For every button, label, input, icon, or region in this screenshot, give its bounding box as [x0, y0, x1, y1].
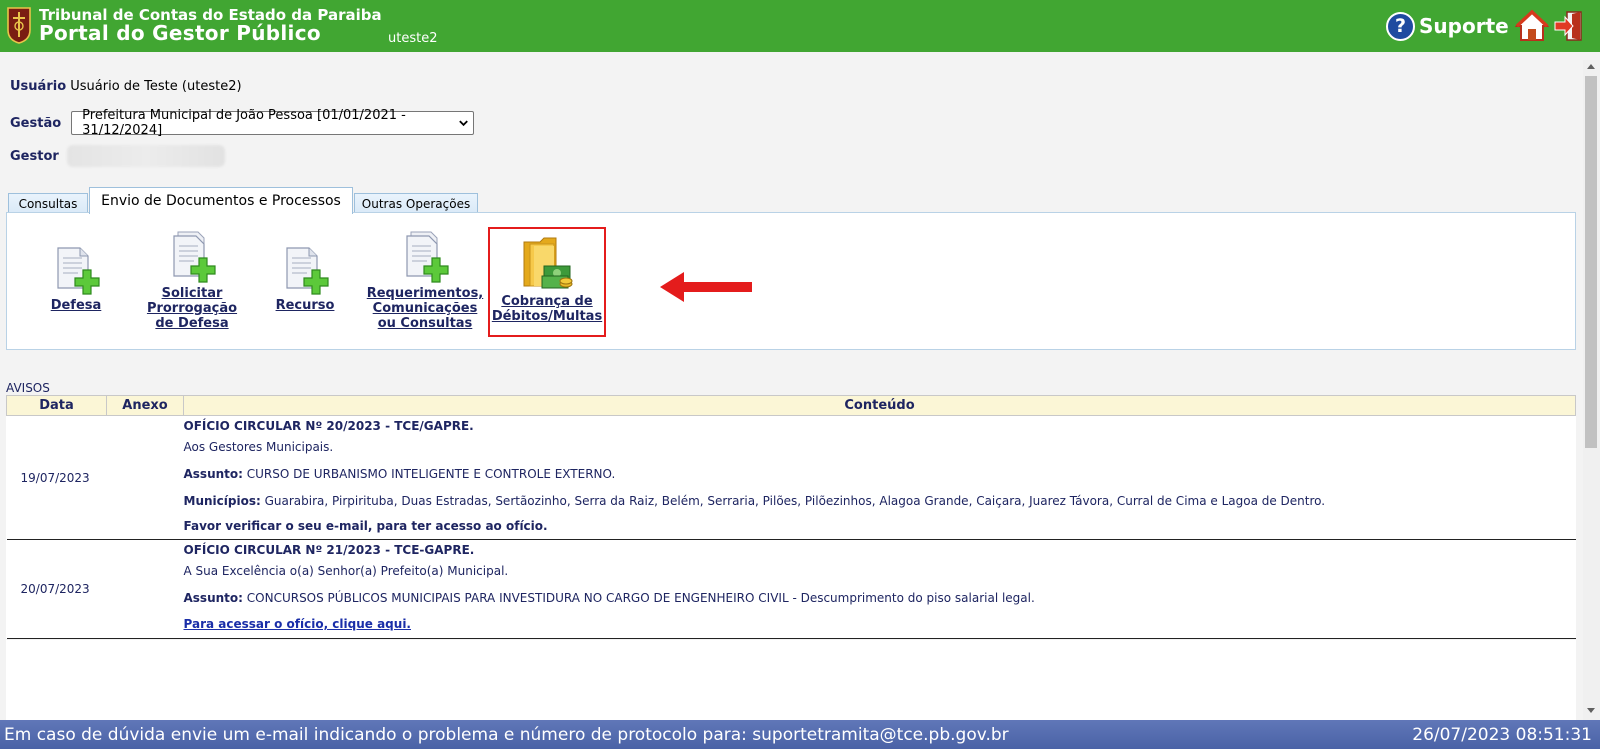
document-add-icon [406, 231, 449, 283]
footer-message: Em caso de dúvida envie um e-mail indica… [4, 725, 1009, 745]
tab-envio-documentos[interactable]: Envio de Documentos e Processos [89, 187, 353, 214]
usuario-value: Usuário de Teste (uteste2) [70, 79, 242, 94]
tab-consultas[interactable]: Consultas [8, 193, 88, 214]
gestao-select[interactable]: Prefeitura Municipal de João Pessoa [01/… [71, 108, 475, 138]
page-scrollbar[interactable] [1583, 60, 1600, 720]
operation-requerimentos-label-1: Requerimentos, [366, 286, 484, 301]
row-assunto: Assunto: CONCURSOS PÚBLICOS MUNICIPAIS P… [183, 591, 1035, 605]
footer-datetime: 26/07/2023 08:51:31 [1412, 725, 1592, 745]
row-to: Aos Gestores Municipais. [183, 440, 334, 454]
row-date: 20/07/2023 [6, 539, 107, 639]
operation-recurso[interactable]: Recurso [265, 244, 345, 313]
col-header-conteudo: Conteúdo [183, 395, 1576, 416]
operation-cobranca-debitos[interactable]: Cobrança de Débitos/Multas [490, 236, 604, 324]
document-add-icon [286, 247, 329, 295]
gestao-label: Gestão [10, 115, 62, 131]
avisos-title: AVISOS [6, 381, 50, 395]
red-arrow-icon [660, 272, 752, 302]
scroll-down-icon[interactable] [1587, 708, 1595, 713]
tce-seal-icon [7, 7, 31, 44]
row-content: OFÍCIO CIRCULAR Nº 21/2023 - TCE-GAPRE. … [183, 539, 1576, 639]
help-icon: ? [1386, 11, 1415, 41]
row-municipios: Municípios: Guarabira, Pirpirituba, Duas… [183, 494, 1326, 508]
exit-icon[interactable] [1553, 10, 1585, 42]
folder-money-icon [523, 237, 573, 289]
col-header-data: Data [6, 395, 107, 416]
row-anexo [106, 539, 184, 639]
row-title: OFÍCIO CIRCULAR Nº 20/2023 - TCE/GAPRE. [183, 419, 474, 433]
usuario-label: Usuário [10, 79, 67, 94]
tab-envio-documentos-label: Envio de Documentos e Processos [101, 193, 341, 209]
gestor-row: Gestor [10, 145, 225, 167]
table-row: 20/07/2023 OFÍCIO CIRCULAR Nº 21/2023 - … [6, 539, 1576, 639]
gestor-label: Gestor [10, 148, 59, 164]
gestor-name-redacted [66, 145, 225, 167]
portal-title: Portal do Gestor Público [39, 21, 321, 45]
operation-defesa-label: Defesa [50, 298, 102, 313]
col-header-anexo: Anexo [106, 395, 184, 416]
operation-requerimentos-label-3: ou Consultas [377, 316, 473, 331]
operation-solicitar-label-1: Solicitar [161, 286, 223, 301]
scroll-up-icon[interactable] [1587, 64, 1595, 69]
table-row: 19/07/2023 OFÍCIO CIRCULAR Nº 20/2023 - … [6, 415, 1576, 540]
tab-outras-operacoes[interactable]: Outras Operações [354, 193, 478, 214]
operation-solicitar-prorrogacao[interactable]: Solicitar Prorrogação de Defesa [138, 230, 246, 331]
chevron-down-icon [459, 120, 468, 127]
gestao-row: Gestão Prefeitura Municipal de João Pess… [10, 108, 475, 138]
document-add-icon [57, 247, 100, 295]
operation-cobranca-label-1: Cobrança de [501, 294, 593, 309]
support-button[interactable]: ? Suporte [1386, 11, 1509, 41]
gestao-selected-value: Prefeitura Municipal de João Pessoa [01/… [82, 108, 406, 138]
tab-consultas-label: Consultas [18, 197, 78, 211]
row-note: Favor verificar o seu e-mail, para ter a… [183, 519, 548, 533]
scrollbar-thumb[interactable] [1585, 76, 1597, 448]
footer-bar: Em caso de dúvida envie um e-mail indica… [0, 720, 1600, 749]
row-assunto: Assunto: CURSO DE URBANISMO INTELIGENTE … [183, 467, 616, 481]
operation-recurso-label: Recurso [275, 298, 335, 313]
document-add-icon [173, 231, 216, 283]
row-date: 19/07/2023 [6, 415, 107, 540]
operation-cobranca-label-2: Débitos/Multas [491, 309, 603, 324]
user-row: Usuário Usuário de Teste (uteste2) [10, 79, 242, 94]
header-bar: Tribunal de Contas do Estado da Paraiba … [0, 0, 1600, 52]
operation-requerimentos-label-2: Comunicações [372, 301, 478, 316]
avisos-table: Data Anexo Conteúdo 19/07/2023 OFÍCIO CI… [6, 395, 1576, 639]
oficio-link[interactable]: Para acessar o ofício, clique aqui. [184, 617, 412, 631]
avisos-empty-area [6, 640, 1576, 720]
row-title: OFÍCIO CIRCULAR Nº 21/2023 - TCE-GAPRE. [183, 543, 475, 557]
header-username: uteste2 [388, 31, 438, 46]
tab-outras-operacoes-label: Outras Operações [361, 197, 471, 211]
support-label: Suporte [1419, 14, 1509, 38]
row-anexo [106, 415, 184, 540]
operation-defesa[interactable]: Defesa [36, 244, 116, 313]
operation-solicitar-label-2: Prorrogação [146, 301, 238, 316]
operation-requerimentos[interactable]: Requerimentos, Comunicações ou Consultas [366, 230, 484, 331]
row-to: A Sua Excelência o(a) Senhor(a) Prefeito… [183, 564, 509, 578]
home-icon[interactable] [1515, 9, 1549, 43]
operation-solicitar-label-3: de Defesa [155, 316, 229, 331]
row-content: OFÍCIO CIRCULAR Nº 20/2023 - TCE/GAPRE. … [183, 415, 1576, 540]
